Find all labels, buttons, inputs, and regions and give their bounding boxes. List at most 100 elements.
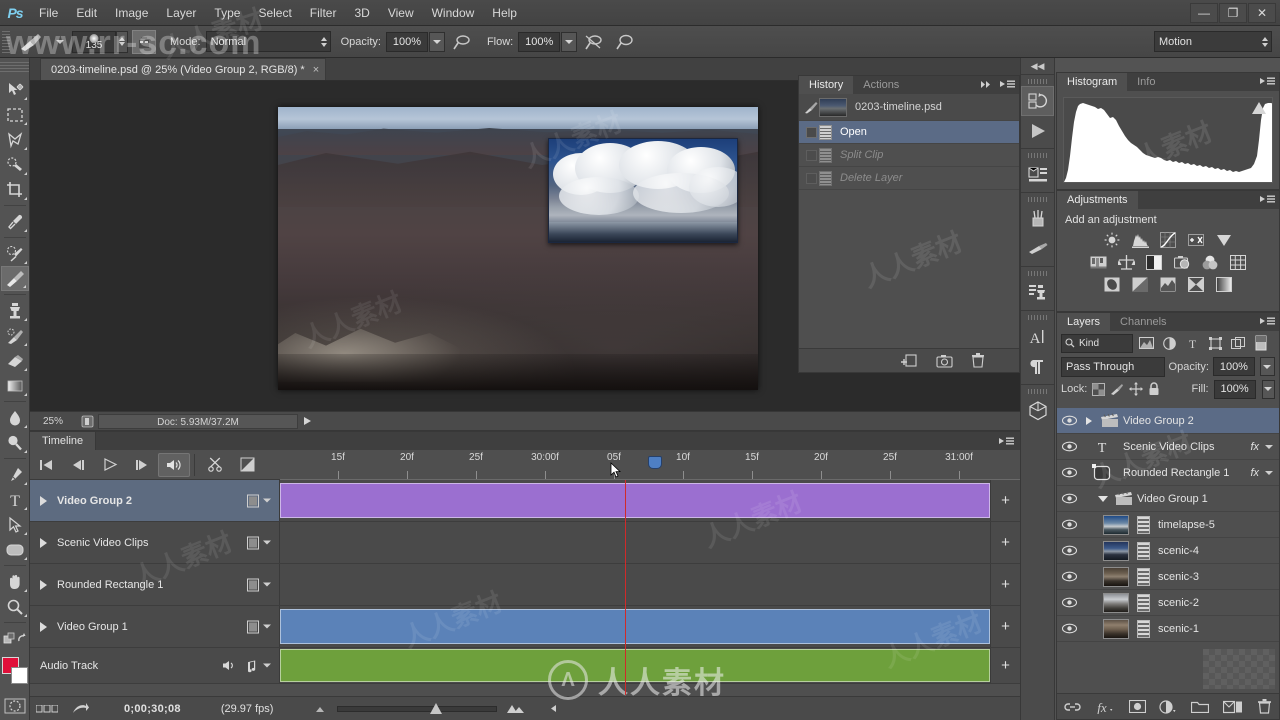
flow-field[interactable]: 100% [518, 31, 561, 52]
track-header[interactable]: Video Group 1 [30, 606, 280, 647]
collapse-panel-icon[interactable] [547, 704, 561, 713]
gradient-map-icon[interactable] [1216, 276, 1233, 292]
document-tab[interactable]: 0203-timeline.psd @ 25% (Video Group 2, … [40, 58, 327, 80]
brush-tool[interactable] [0, 266, 29, 291]
history-dock-icon[interactable] [1021, 86, 1054, 116]
quick-select-tool[interactable] [1, 152, 29, 177]
threshold-icon[interactable] [1160, 276, 1177, 292]
opacity-dropdown-icon[interactable] [428, 31, 445, 52]
tab-channels[interactable]: Channels [1110, 313, 1176, 331]
previous-frame-button[interactable] [62, 453, 94, 477]
timeline-zoom-thumb[interactable] [430, 702, 443, 714]
layer-blend-mode-select[interactable]: Pass Through [1061, 356, 1165, 377]
brush-size-stepper[interactable] [116, 30, 128, 53]
current-timecode[interactable]: 0;00;30;08 [124, 703, 181, 715]
layer-effects-chevron-icon[interactable] [1265, 444, 1273, 449]
track-header[interactable]: Rounded Rectangle 1 [30, 564, 280, 605]
filter-toggle-icon[interactable] [1251, 334, 1271, 353]
timeline-track[interactable]: Video Group 1 + [30, 606, 1020, 648]
layer-visibility-icon[interactable] [1057, 545, 1081, 556]
track-body[interactable] [280, 564, 990, 605]
brush-dock-icon[interactable] [1021, 204, 1054, 234]
layer-visibility-icon[interactable] [1057, 467, 1081, 478]
history-state-checkbox[interactable] [803, 147, 819, 163]
layer-visibility-icon[interactable] [1057, 597, 1081, 608]
track-body[interactable] [280, 480, 990, 521]
color-balance-icon[interactable] [1117, 254, 1135, 270]
timeline-ruler[interactable]: 15f 20f 25f 30:00f 05f 10f 15f 20f 25f 3… [280, 450, 1020, 480]
layer-visibility-icon[interactable] [1057, 571, 1081, 582]
picture-in-picture-clip[interactable] [548, 138, 738, 243]
layer-visibility-icon[interactable] [1057, 623, 1081, 634]
opacity-pressure-icon[interactable] [449, 30, 473, 54]
timeline-track-audio[interactable]: Audio Track + [30, 648, 1020, 684]
add-layer-style-icon[interactable]: fx [1095, 700, 1115, 714]
pen-tool[interactable] [1, 462, 29, 487]
add-layer-mask-icon[interactable] [1128, 700, 1146, 713]
color-swatches[interactable] [1, 657, 29, 687]
history-state-row[interactable]: Delete Layer [799, 167, 1019, 190]
shape-filter-icon[interactable] [1205, 334, 1225, 353]
menu-window[interactable]: Window [423, 0, 484, 26]
new-fill-adjustment-icon[interactable] [1159, 699, 1177, 714]
tab-history[interactable]: History [799, 76, 854, 94]
link-layers-icon[interactable] [1064, 701, 1081, 713]
menu-image[interactable]: Image [106, 0, 157, 26]
tab-info[interactable]: Info [1127, 73, 1165, 91]
blend-mode-select[interactable]: Normal [205, 31, 331, 52]
layer-opacity-field[interactable]: 100% [1212, 357, 1255, 376]
dock-group-grip[interactable] [1027, 79, 1048, 84]
track-body[interactable] [280, 606, 990, 647]
layer-row-video-group-1[interactable]: Video Group 1 [1057, 486, 1279, 512]
layer-row-scenic-3[interactable]: scenic-3 [1057, 564, 1279, 590]
track-header[interactable]: Audio Track [30, 648, 280, 683]
channel-mixer-icon[interactable] [1202, 254, 1219, 270]
levels-icon[interactable] [1131, 232, 1149, 248]
healing-brush-tool[interactable] [1, 241, 29, 266]
expand-triangle-icon[interactable] [40, 579, 47, 590]
type-tool[interactable]: T [1, 487, 29, 512]
layer-effects-chevron-icon[interactable] [1265, 470, 1273, 475]
lock-all-icon[interactable] [1148, 382, 1160, 397]
playhead-marker[interactable] [648, 456, 662, 469]
properties-dock-icon[interactable] [1021, 160, 1054, 190]
zoom-tool[interactable] [1, 594, 29, 619]
blur-tool[interactable] [1, 405, 29, 430]
hue-saturation-icon[interactable] [1090, 254, 1107, 270]
photo-filter-icon[interactable] [1173, 254, 1191, 270]
dock-group-grip[interactable] [1027, 315, 1048, 320]
layer-row-scenic-2[interactable]: scenic-2 [1057, 590, 1279, 616]
tab-layers[interactable]: Layers [1057, 313, 1111, 331]
layer-row-timelapse-5[interactable]: timelapse-5 [1057, 512, 1279, 538]
uncached-data-warning-icon[interactable] [1252, 102, 1266, 114]
layer-row-video-group-2[interactable]: Video Group 2 [1057, 408, 1279, 434]
workspace-selector[interactable]: Motion [1154, 31, 1272, 52]
vibrance-icon[interactable] [1216, 232, 1233, 248]
add-audio-button[interactable]: + [990, 648, 1020, 683]
lock-image-pixels-icon[interactable] [1110, 382, 1124, 397]
status-flyout-icon[interactable] [298, 416, 316, 426]
expand-panels-icon[interactable]: ◀◀ [1021, 58, 1054, 74]
play-button[interactable] [94, 453, 126, 477]
group-collapse-triangle-icon[interactable] [1095, 495, 1111, 502]
lock-position-icon[interactable] [1129, 382, 1144, 397]
layer-opacity-dropdown-icon[interactable] [1259, 357, 1275, 376]
status-info-icon[interactable] [76, 415, 98, 428]
new-document-from-state-icon[interactable] [901, 353, 918, 368]
selective-color-icon[interactable] [1188, 276, 1205, 292]
new-group-icon[interactable] [1191, 700, 1210, 713]
history-brush-tool[interactable] [1, 323, 29, 348]
add-media-button[interactable]: + [990, 522, 1020, 563]
track-options[interactable] [247, 536, 271, 549]
tablet-pressure-icon[interactable] [613, 30, 637, 54]
collapse-to-icons-icon[interactable] [980, 80, 993, 89]
zoom-level-field[interactable]: 25% [30, 416, 76, 427]
timeline-zoom-slider[interactable] [337, 702, 498, 714]
airbrush-panel-icon[interactable] [132, 29, 156, 54]
layer-effects-icon[interactable]: fx [1250, 467, 1259, 479]
group-expand-triangle-icon[interactable] [1081, 416, 1097, 425]
dock-group-grip[interactable] [1027, 153, 1048, 158]
layer-visibility-icon[interactable] [1057, 415, 1081, 426]
history-state-checkbox[interactable] [803, 124, 819, 140]
brush-size-field[interactable]: 135 [72, 30, 116, 53]
